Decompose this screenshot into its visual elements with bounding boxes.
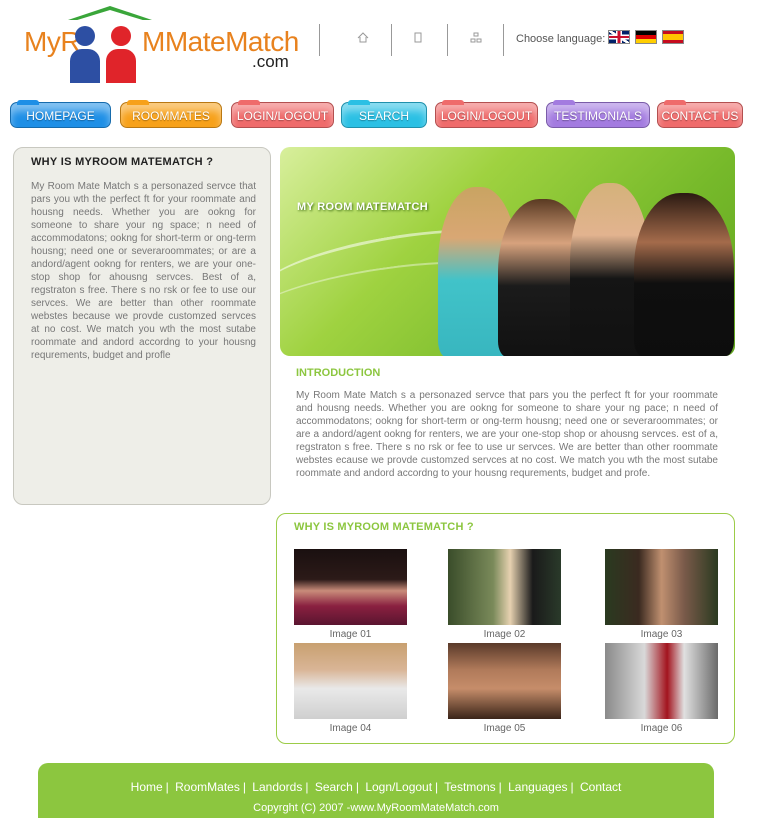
footer-link-search[interactable]: Search (315, 780, 353, 794)
photo-gallery: WHY IS MYROOM MATEMATCH ? Image 01 Image… (276, 513, 735, 744)
footer-link-roommates[interactable]: RoomMates (175, 780, 240, 794)
gallery-caption: Image 02 (483, 629, 526, 640)
divider (503, 24, 504, 56)
gallery-image-04[interactable] (294, 643, 407, 719)
nav-homepage-button[interactable]: HOMEPAGE (10, 100, 111, 128)
divider (319, 24, 320, 56)
logo-person-blue-icon (70, 26, 100, 84)
intro-text: My Room Mate Match s a personazed servce… (296, 390, 718, 479)
hero-title: MY ROOM MATEMATCH (297, 201, 428, 213)
nav-testimonials-button[interactable]: TESTIMONIALS (546, 100, 650, 128)
page: MyR MMateMatch .com Choose language: HOM… (0, 0, 760, 818)
nav-contact-us-button[interactable]: CONTACT US (657, 100, 743, 128)
uk-flag-icon[interactable] (608, 30, 630, 44)
hero-photo (430, 147, 735, 356)
logo-person-red-icon (106, 26, 136, 84)
intro-title: INTRODUCTION (296, 367, 381, 379)
why-sidebar: WHY IS MYROOM MATEMATCH ? My Room Mate M… (13, 147, 271, 505)
home-icon[interactable] (357, 32, 369, 46)
nav-login-logout-button[interactable]: LOGIN/LOGOUT (231, 100, 334, 128)
footer-link-login-logout[interactable]: Logn/Logout (365, 780, 432, 794)
gallery-title: WHY IS MYROOM MATEMATCH ? (294, 521, 474, 533)
spain-flag-icon[interactable] (662, 30, 684, 44)
footer: Home | RoomMates | Landords | Search | Logn/… (38, 763, 714, 818)
footer-link-contact[interactable]: Contact (580, 780, 621, 794)
sidebar-text: My Room Mate Match s a personazed servce… (31, 181, 256, 361)
gallery-caption: Image 01 (329, 629, 372, 640)
nav-search-button[interactable]: SEARCH (341, 100, 427, 128)
germany-flag-icon[interactable] (635, 30, 657, 44)
logo-tld: .com (252, 52, 289, 71)
divider (447, 24, 448, 56)
gallery-image-03[interactable] (605, 549, 718, 625)
footer-links: Home | RoomMates | Landords | Search | Logn/… (130, 780, 622, 794)
gallery-caption: Image 04 (329, 723, 372, 734)
footer-link-languages[interactable]: Languages (508, 780, 567, 794)
gallery-image-01[interactable] (294, 549, 407, 625)
sidebar-title: WHY IS MYROOM MATEMATCH ? (31, 156, 214, 168)
copyright-text: Copyrght (C) 2007 -www.MyRoomMateMatch.c… (253, 802, 499, 814)
nav-login-logout-button-2[interactable]: LOGIN/LOGOUT (435, 100, 538, 128)
footer-link-testimonials[interactable]: Testmons (444, 780, 495, 794)
gallery-image-02[interactable] (448, 549, 561, 625)
gallery-caption: Image 05 (483, 723, 526, 734)
gallery-caption: Image 06 (640, 723, 683, 734)
gallery-image-06[interactable] (605, 643, 718, 719)
bookmark-icon[interactable] (414, 32, 422, 46)
footer-link-landlords[interactable]: Landords (252, 780, 302, 794)
gallery-caption: Image 03 (640, 629, 683, 640)
divider (391, 24, 392, 56)
footer-link-home[interactable]: Home (131, 780, 163, 794)
hero-banner: MY ROOM MATEMATCH (280, 147, 735, 356)
language-label: Choose language: (516, 33, 606, 45)
nav-roommates-button[interactable]: ROOMMATES (120, 100, 222, 128)
site-logo[interactable]: MyR MMateMatch .com (20, 6, 305, 86)
sitemap-icon[interactable] (470, 32, 482, 46)
gallery-image-05[interactable] (448, 643, 561, 719)
